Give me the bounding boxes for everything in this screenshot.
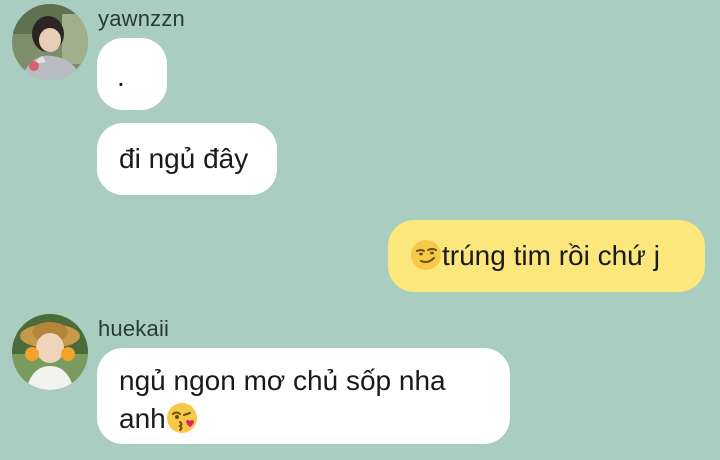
- smirking-face-icon: [411, 240, 441, 270]
- avatar-yawnzzn[interactable]: [12, 4, 88, 80]
- sender-name-huekaii: huekaii: [98, 316, 170, 341]
- chat-view: yawnzzn . đi ngủ đây trúng tim rồi chứ j: [0, 0, 720, 460]
- avatar-photo-icon: [12, 314, 88, 390]
- avatar-photo-icon: [12, 4, 88, 80]
- message-text: trúng tim rồi chứ j: [442, 240, 660, 271]
- sender-name-yawnzzn: yawnzzn: [98, 6, 185, 31]
- message-text-line: ngủ ngon mơ chủ sốp nha: [119, 365, 446, 396]
- outgoing-message-bubble[interactable]: trúng tim rồi chứ j: [388, 220, 705, 292]
- message-bubble[interactable]: ngủ ngon mơ chủ sốp nha anh: [97, 348, 510, 444]
- message-text-line: anh: [119, 400, 510, 438]
- avatar-huekaii[interactable]: [12, 314, 88, 390]
- message-bubble[interactable]: .: [97, 38, 167, 110]
- message-text: đi ngủ đây: [119, 143, 249, 174]
- face-blowing-kiss-icon: [166, 403, 197, 433]
- message-text: anh: [119, 403, 166, 434]
- message-text: .: [117, 61, 125, 92]
- message-bubble[interactable]: đi ngủ đây: [97, 123, 277, 195]
